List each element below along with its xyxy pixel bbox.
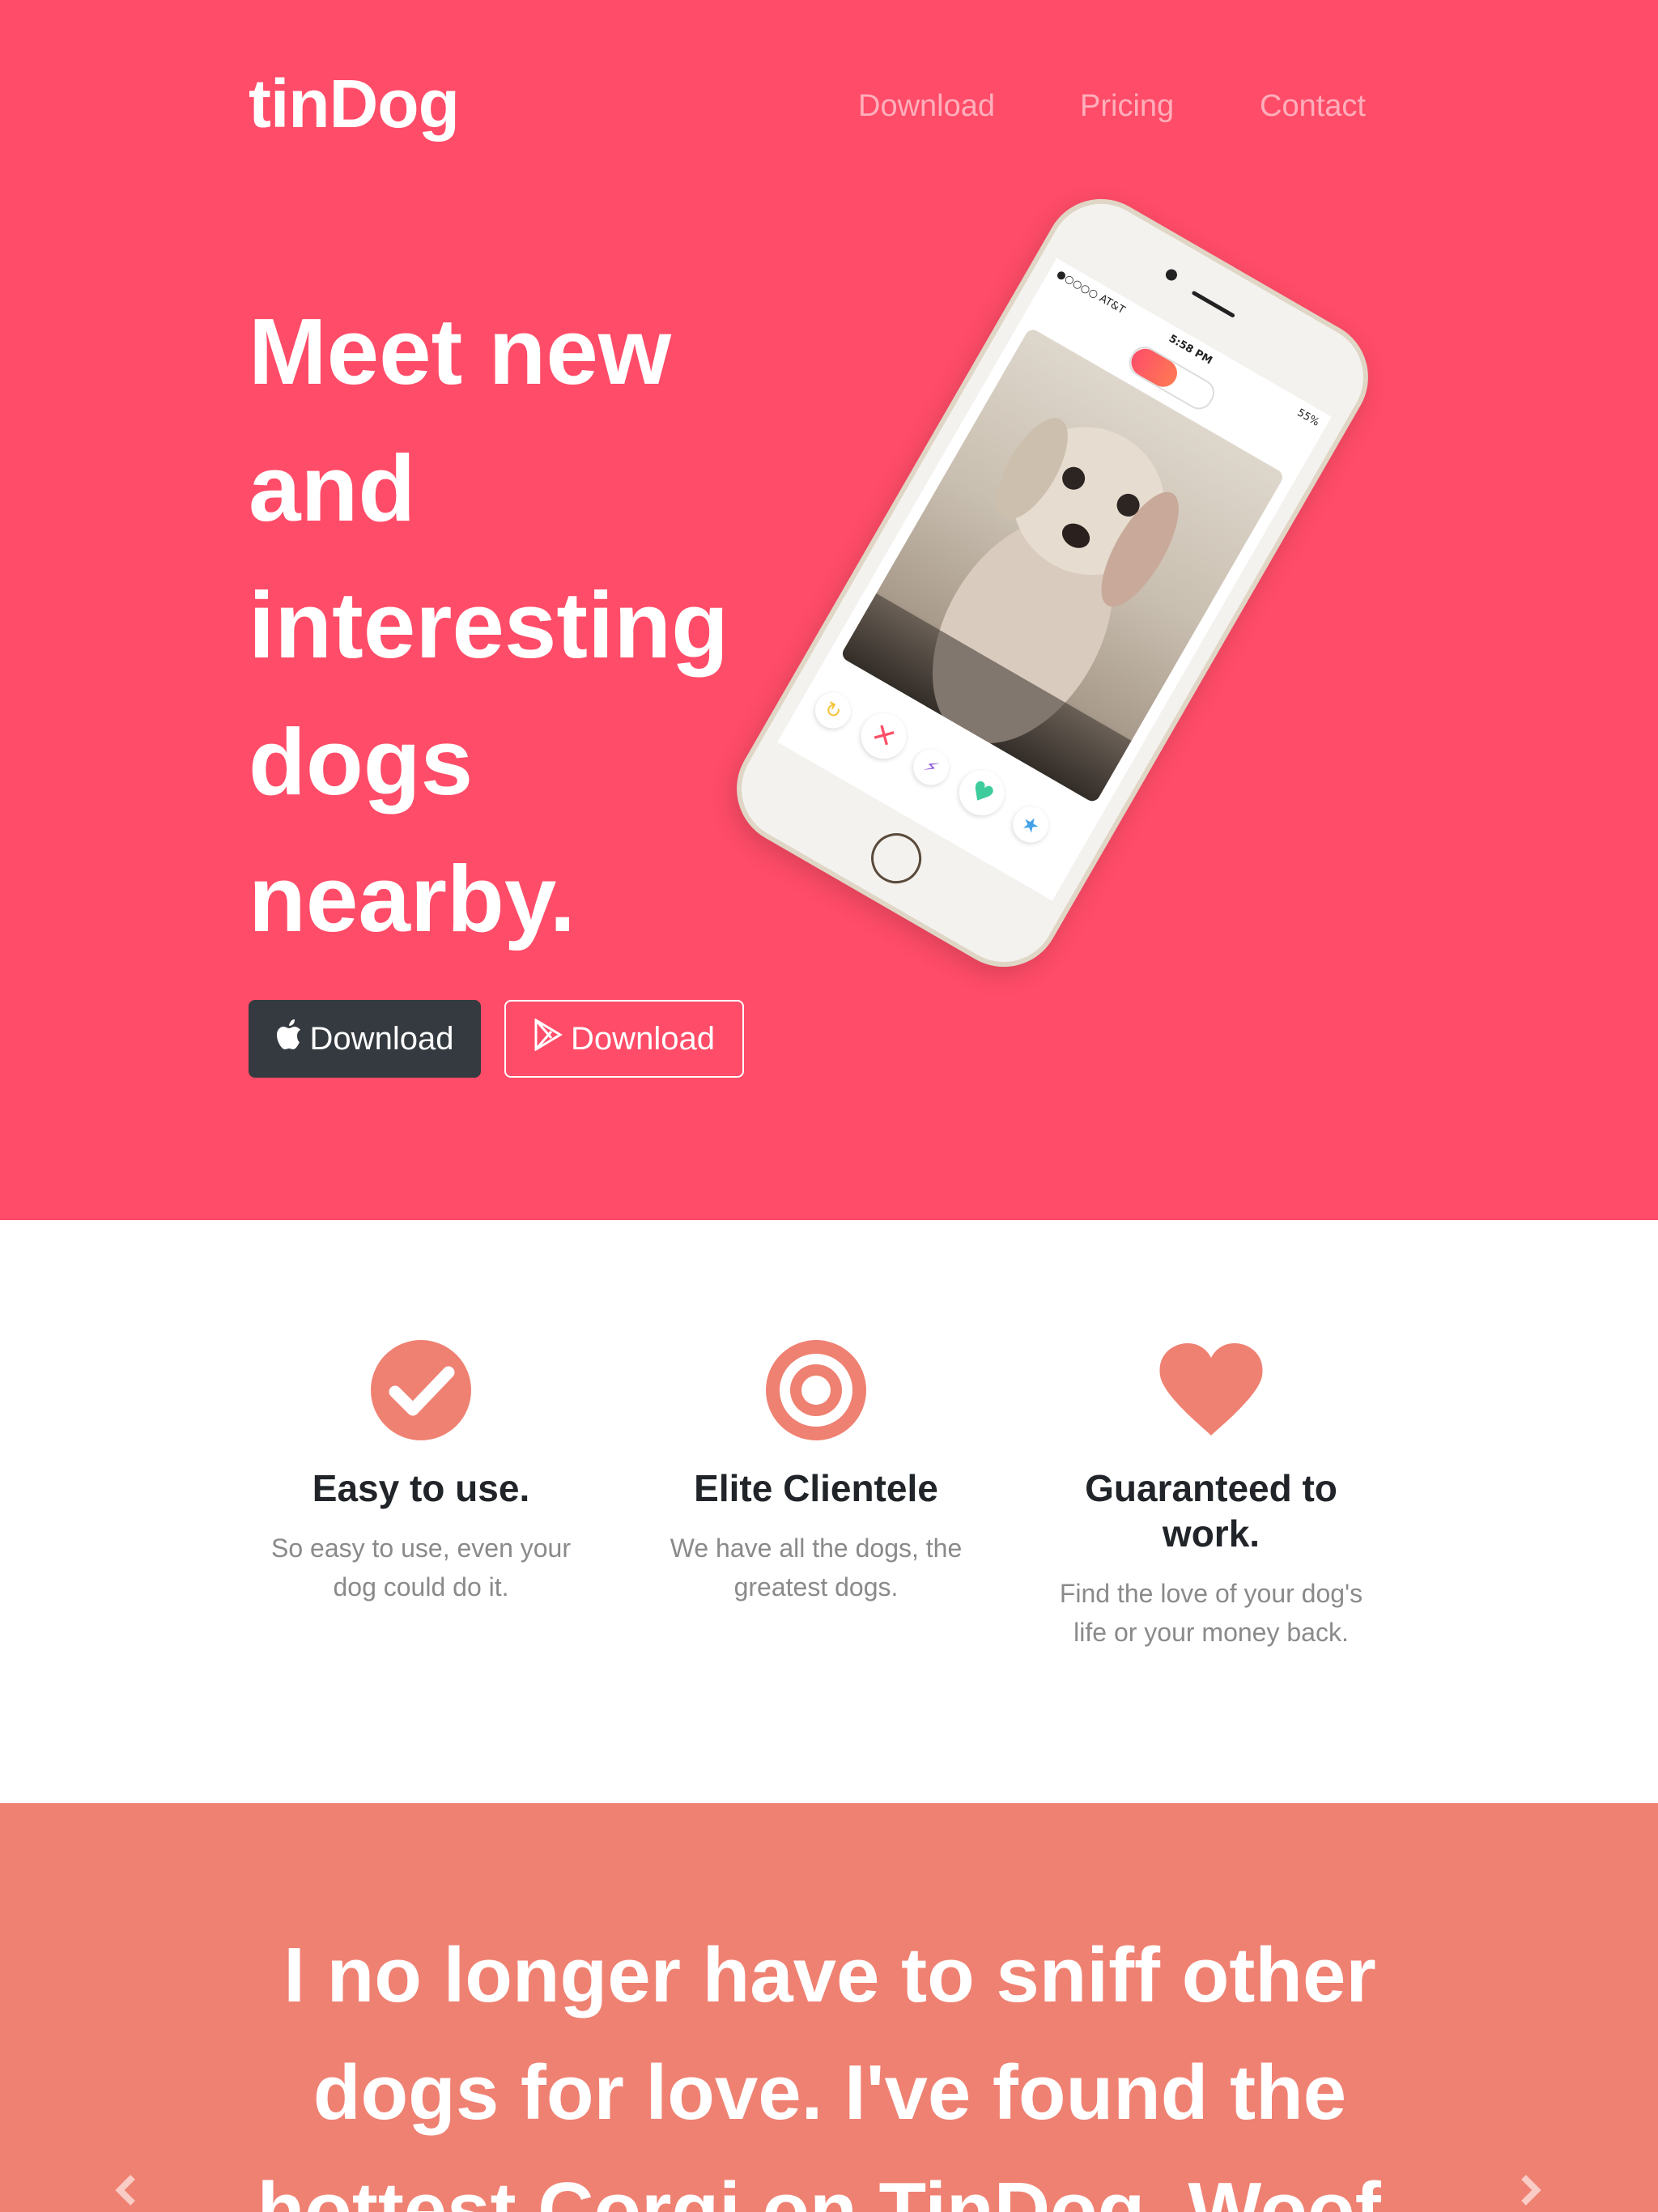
- close-icon: ✕: [865, 716, 902, 756]
- nav-link-contact[interactable]: Contact: [1260, 89, 1366, 124]
- super-like-button: ★: [1006, 800, 1056, 849]
- chevron-right-icon: [1521, 2175, 1541, 2206]
- like-button: ♥: [950, 761, 1014, 824]
- features-section: Easy to use. So easy to use, even your d…: [0, 1220, 1658, 1803]
- nope-button: ✕: [852, 704, 915, 768]
- feature-easy-to-use: Easy to use. So easy to use, even your d…: [243, 1338, 599, 1606]
- chevron-left-icon: [115, 2175, 135, 2206]
- hero-headline: Meet new and interesting dogs nearby.: [249, 299, 729, 951]
- feature-elite-clientele: Elite Clientele We have all the dogs, th…: [638, 1338, 994, 1606]
- google-play-download-label: Download: [571, 1020, 715, 1057]
- star-icon: ★: [1017, 810, 1044, 840]
- feature-description: Find the love of your dog's life or your…: [1059, 1579, 1363, 1647]
- phone-mockup: ●○○○○ AT&T 5:58 PM 55% ↻ ✕ ⚡ ♥ ★: [716, 178, 1389, 988]
- feature-title: Elite Clientele: [694, 1467, 938, 1509]
- feature-description: We have all the dogs, the greatest dogs.: [670, 1534, 963, 1602]
- dog-photo: [840, 326, 1286, 804]
- apple-download-label: Download: [309, 1020, 454, 1057]
- feature-description: So easy to use, even your dog could do i…: [271, 1534, 571, 1602]
- lightning-icon: ⚡: [920, 755, 942, 780]
- feature-guaranteed: Guaranteed to work. Find the love of you…: [1033, 1338, 1389, 1652]
- boost-button: ⚡: [907, 742, 956, 792]
- carousel-prev-button[interactable]: [113, 2174, 138, 2210]
- rewind-button: ↻: [808, 686, 857, 735]
- flame-icon: [1126, 343, 1183, 392]
- heart-icon: ♥: [963, 773, 1000, 812]
- apple-icon: [276, 1019, 310, 1058]
- apple-download-button[interactable]: Download: [249, 1000, 481, 1078]
- check-circle-icon: [371, 1340, 471, 1440]
- heart-icon: [1159, 1343, 1263, 1436]
- rewind-icon: ↻: [820, 696, 846, 725]
- brand-logo[interactable]: tinDog: [249, 65, 460, 143]
- testimonial-quote: I no longer have to sniff other dogs for…: [257, 1932, 1403, 2212]
- bullseye-icon: [766, 1340, 866, 1440]
- feature-title: Easy to use.: [312, 1467, 530, 1509]
- nav-link-download[interactable]: Download: [858, 89, 995, 124]
- feature-title: Guaranteed to work.: [1085, 1467, 1337, 1555]
- hero-section: tinDog Download Pricing Contact Meet new…: [0, 0, 1658, 1220]
- google-play-download-button[interactable]: Download: [504, 1000, 744, 1078]
- google-play-icon: [534, 1018, 571, 1059]
- status-battery: 55%: [1295, 406, 1322, 429]
- carousel-next-button[interactable]: [1519, 2174, 1543, 2210]
- testimonial-section: I no longer have to sniff other dogs for…: [0, 1803, 1658, 2212]
- nav-link-pricing[interactable]: Pricing: [1080, 89, 1174, 124]
